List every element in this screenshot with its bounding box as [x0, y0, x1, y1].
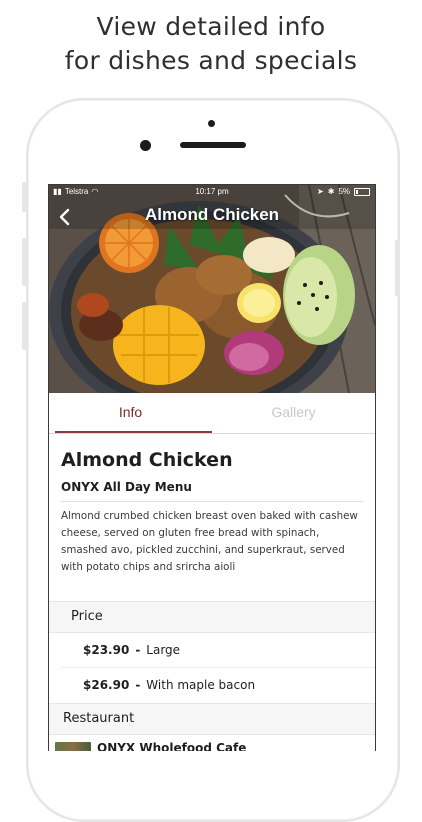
price-label: With maple bacon [146, 678, 256, 692]
detail-tabs: Info Gallery [49, 393, 375, 434]
battery-icon [354, 188, 370, 196]
price-label: Large [146, 643, 181, 657]
promo-headline: View detailed info for dishes and specia… [0, 10, 422, 78]
menu-name: ONYX All Day Menu [61, 480, 192, 494]
dish-description: Almond crumbed chicken breast oven baked… [61, 510, 358, 573]
nav-bar: Almond Chicken [49, 203, 375, 233]
dish-name: Almond Chicken [61, 449, 233, 471]
phone-sensor [208, 120, 215, 127]
location-icon: ➤ [317, 187, 324, 196]
price-section-heading: Price [49, 601, 375, 633]
dish-details: Almond Chicken ONYX All Day Menu Almond … [61, 447, 363, 576]
price-separator: - [135, 643, 141, 657]
divider [61, 501, 363, 502]
phone-side-button [22, 238, 27, 286]
active-tab-indicator [55, 431, 212, 433]
promo-line-1: View detailed info [96, 12, 326, 41]
price-row: $26.90- With maple bacon [83, 668, 363, 702]
bluetooth-icon: ✱ [327, 187, 335, 196]
phone-side-button [395, 240, 400, 296]
price-amount: $26.90 [83, 678, 130, 692]
phone-side-button [22, 302, 27, 350]
price-amount: $23.90 [83, 643, 130, 657]
phone-side-button [22, 182, 27, 212]
app-screen: ▮▮ Telstra ◠ 10:17 pm ➤ ✱ 5% Almond Chic… [48, 184, 376, 751]
phone-camera [140, 140, 151, 151]
promo-line-2: for dishes and specials [64, 46, 358, 75]
phone-speaker [180, 142, 246, 148]
restaurant-section-heading: Restaurant [49, 703, 375, 735]
dish-hero-image: ▮▮ Telstra ◠ 10:17 pm ➤ ✱ 5% Almond Chic… [49, 185, 375, 393]
status-bar: ▮▮ Telstra ◠ 10:17 pm ➤ ✱ 5% [49, 185, 375, 199]
tab-gallery[interactable]: Gallery [212, 393, 375, 433]
nav-title: Almond Chicken [144, 205, 280, 224]
price-separator: - [135, 678, 141, 692]
battery-percent: 5% [338, 187, 350, 196]
status-right: ➤ ✱ 5% [317, 185, 370, 199]
tab-info[interactable]: Info [49, 393, 212, 433]
price-row: $23.90- Large [83, 633, 363, 667]
